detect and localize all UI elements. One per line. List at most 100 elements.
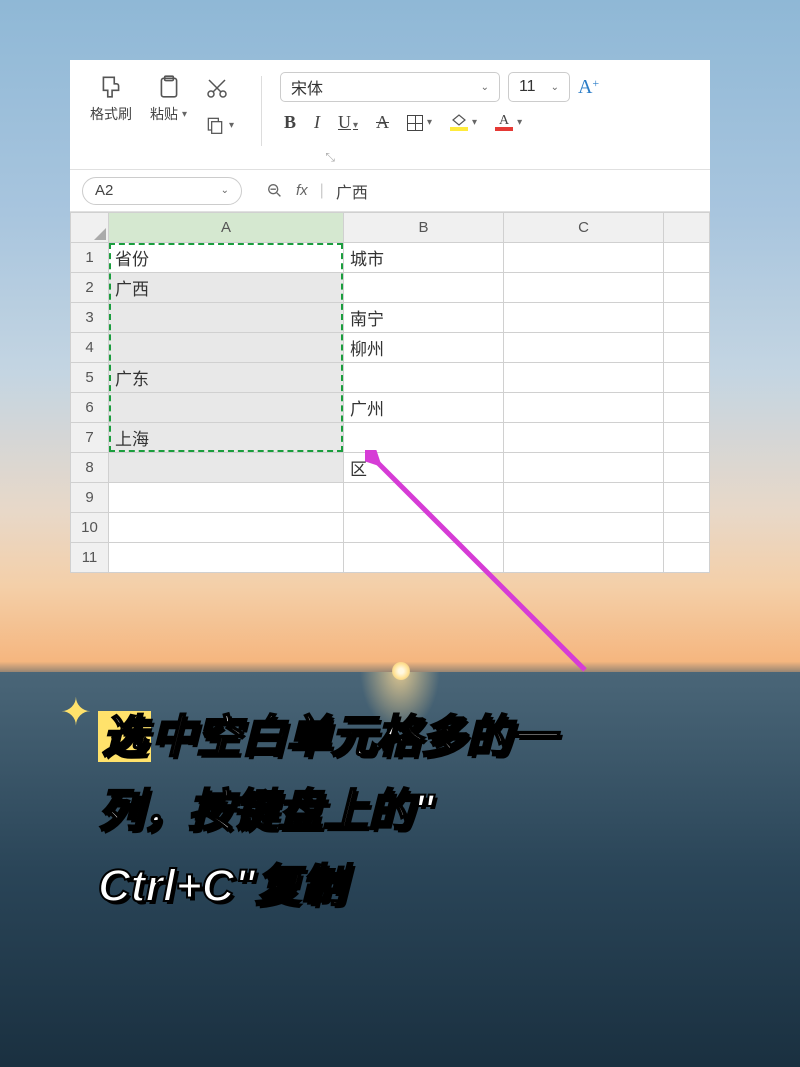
italic-button[interactable]: I [314,112,320,133]
cut-button[interactable] [205,76,234,105]
ribbon-expand-icon[interactable]: ⤡ [325,150,335,165]
cell[interactable] [344,543,504,573]
fx-label[interactable]: fx [296,182,308,199]
select-all-corner[interactable] [71,213,109,243]
column-header-b[interactable]: B [344,213,504,243]
underline-button[interactable]: U▾ [338,112,358,133]
cell[interactable] [109,303,344,333]
cell-grid[interactable]: A B C 1省份城市 2广西 3 南宁 4 柳州 5广东 6 广州 7上海 8 区 9… [70,212,710,573]
brush-icon [98,74,124,100]
row-header[interactable]: 10 [71,513,109,543]
row-header[interactable]: 11 [71,543,109,573]
cell[interactable] [664,243,710,273]
paste-label: 粘贴 [150,104,178,124]
font-name-select[interactable]: 宋体 ⌄ [280,72,500,102]
cell[interactable]: 区 [344,453,504,483]
row-header[interactable]: 2 [71,273,109,303]
formula-value[interactable]: 广西 [336,179,368,203]
column-header-c[interactable]: C [504,213,664,243]
formula-bar: A2 ⌄ fx | 广西 [70,170,710,212]
cell[interactable] [109,393,344,423]
cell[interactable] [664,513,710,543]
name-box[interactable]: A2 ⌄ [82,177,242,205]
row-header[interactable]: 5 [71,363,109,393]
cell[interactable]: 柳州 [344,333,504,363]
font-size-value: 11 [519,78,536,96]
font-group: 宋体 ⌄ 11 ⌄ A+ B I U▾ A ▾ ▾ [274,68,599,133]
copy-button[interactable]: ▾ [205,115,234,135]
cell[interactable] [109,453,344,483]
fill-color-button[interactable]: ▾ [450,114,477,132]
cell[interactable] [664,483,710,513]
strikethrough-button[interactable]: A [376,112,389,133]
spreadsheet-window: 格式刷 粘贴▾ ▾ 宋体 ⌄ [70,60,710,573]
ribbon-divider [261,76,262,146]
cell[interactable] [504,393,664,423]
cell[interactable] [664,333,710,363]
font-color-button[interactable]: A ▾ [495,115,522,131]
cell[interactable] [504,513,664,543]
cell[interactable] [664,453,710,483]
cell[interactable] [504,243,664,273]
cell[interactable]: 省份 [109,243,344,273]
cell[interactable]: 上海 [109,423,344,453]
font-size-select[interactable]: 11 ⌄ [508,72,570,102]
cell[interactable] [664,363,710,393]
cell[interactable] [664,303,710,333]
cell[interactable]: 广州 [344,393,504,423]
clipboard-icon [156,74,182,100]
cell[interactable] [664,273,710,303]
border-button[interactable]: ▾ [407,115,432,131]
cell[interactable] [664,543,710,573]
cell[interactable] [504,423,664,453]
cell[interactable] [504,483,664,513]
cell[interactable] [504,333,664,363]
column-header-a[interactable]: A [109,213,344,243]
increase-font-button[interactable]: A+ [578,76,599,99]
bold-button[interactable]: B [284,112,296,133]
cell[interactable] [344,513,504,543]
cell[interactable] [109,543,344,573]
row-header[interactable]: 8 [71,453,109,483]
cell[interactable] [344,483,504,513]
bucket-icon [450,114,468,132]
cell[interactable] [109,513,344,543]
clipboard-group: 格式刷 粘贴▾ ▾ [82,68,242,141]
font-color-icon: A [495,115,513,131]
row-header[interactable]: 4 [71,333,109,363]
cell[interactable] [504,453,664,483]
cell[interactable] [504,273,664,303]
fx-separator: | [320,182,324,200]
search-icon[interactable] [266,182,284,200]
cell[interactable]: 城市 [344,243,504,273]
font-name-value: 宋体 [291,75,323,99]
cell[interactable] [664,423,710,453]
caption-highlight: 选 [98,711,151,762]
cell[interactable] [504,363,664,393]
format-painter-button[interactable]: 格式刷 [90,74,132,124]
chevron-down-icon: ⌄ [221,185,229,196]
cell[interactable]: 广东 [109,363,344,393]
instruction-caption: 选中空白单元格多的一 列，按键盘上的" Ctrl+C"复制 [98,700,730,923]
cell[interactable] [504,543,664,573]
cell[interactable] [504,303,664,333]
cell[interactable] [344,423,504,453]
cell[interactable] [109,483,344,513]
row-header[interactable]: 9 [71,483,109,513]
column-header[interactable] [664,213,710,243]
cell[interactable] [344,273,504,303]
paste-button[interactable]: 粘贴▾ [150,74,187,124]
cell[interactable] [664,393,710,423]
cell[interactable]: 广西 [109,273,344,303]
cell[interactable] [344,363,504,393]
row-header[interactable]: 7 [71,423,109,453]
cell[interactable] [109,333,344,363]
caption-text: 中空白单元格多的一 [151,711,556,762]
caption-text: Ctrl+C"复制 [98,860,346,911]
cell[interactable]: 南宁 [344,303,504,333]
row-header[interactable]: 1 [71,243,109,273]
chevron-down-icon: ⌄ [481,82,489,93]
row-header[interactable]: 3 [71,303,109,333]
ribbon-toolbar: 格式刷 粘贴▾ ▾ 宋体 ⌄ [70,60,710,170]
row-header[interactable]: 6 [71,393,109,423]
